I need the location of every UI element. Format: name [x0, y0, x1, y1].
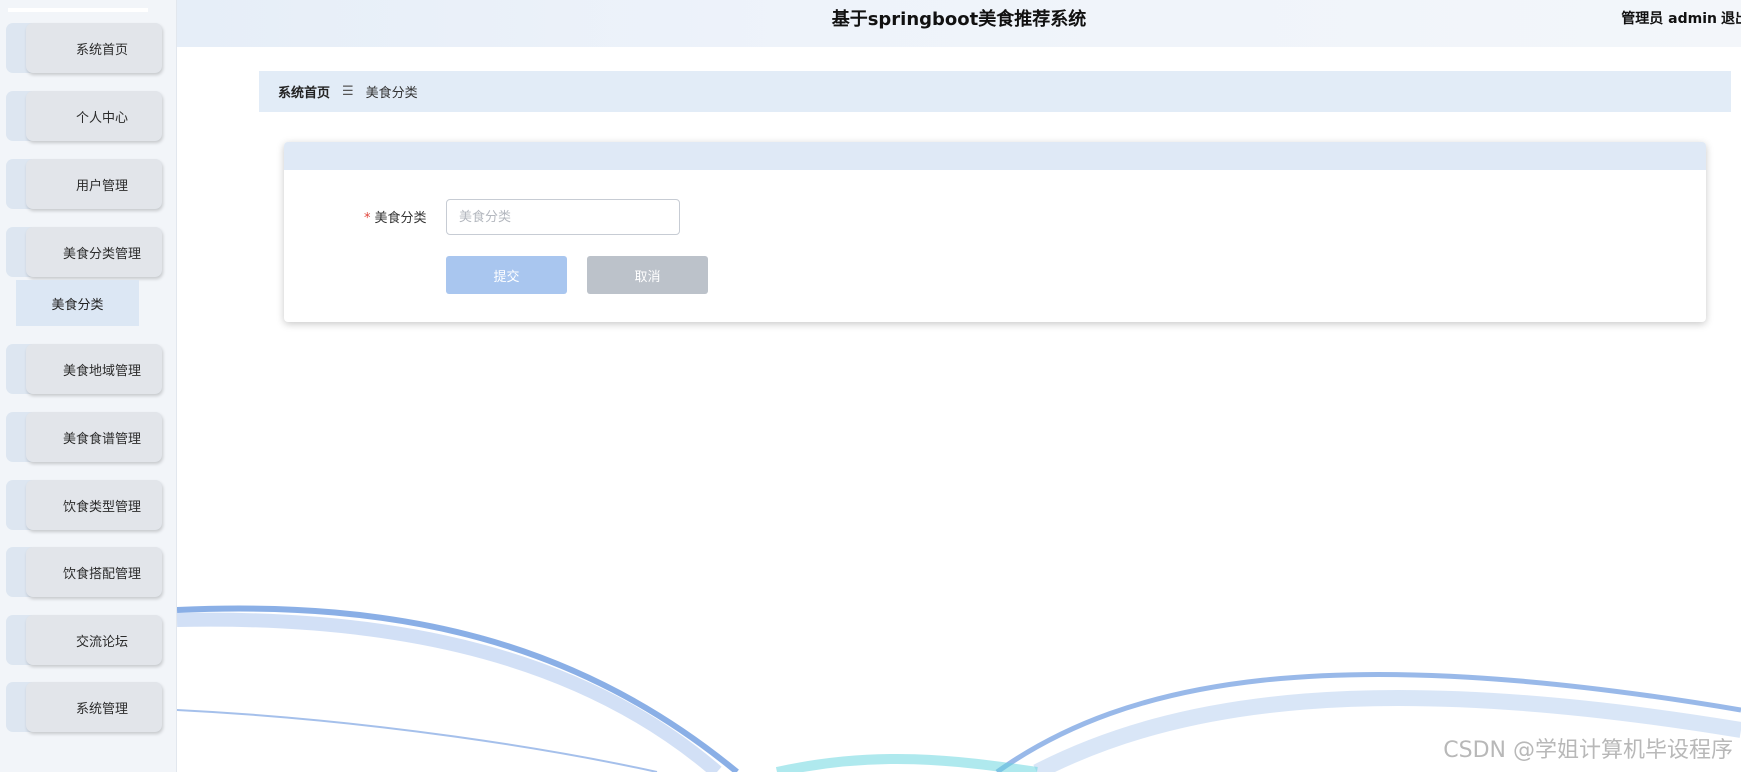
submenu-item-label: 美食分类 [51, 297, 104, 313]
submit-button[interactable]: 提交 [446, 256, 567, 294]
sidebar-item-label: 交流论坛 [75, 634, 128, 650]
sidebar-item-home[interactable]: 系统首页 [6, 23, 162, 73]
sidebar-item-label: 个人中心 [75, 110, 128, 126]
food-category-label-text: 美食分类 [374, 211, 427, 226]
sidebar-item-diet-type[interactable]: 饮食类型管理 [6, 480, 162, 530]
sidebar-item-recipes[interactable]: 美食食谱管理 [6, 412, 162, 462]
watermark: CSDN @学姐计算机毕设程序 [1443, 738, 1733, 763]
logout-link[interactable]: 退出 [1721, 0, 1741, 38]
current-user: 管理员 admin [1621, 11, 1717, 27]
sidebar-item-food-category[interactable]: 美食分类管理 [6, 227, 162, 277]
sidebar-item-food-region[interactable]: 美食地域管理 [6, 344, 162, 394]
breadcrumb-separator-icon: ☰ [342, 84, 354, 99]
sidebar-item-button[interactable]: 美食食谱管理 [26, 412, 162, 462]
sidebar-item-button[interactable]: 饮食类型管理 [26, 480, 162, 530]
food-category-input[interactable] [446, 199, 680, 235]
sidebar-item-button[interactable]: 交流论坛 [26, 615, 162, 665]
sidebar-item-forum[interactable]: 交流论坛 [6, 615, 162, 665]
sidebar-item-button[interactable]: 系统首页 [26, 23, 162, 73]
sidebar-item-label: 美食分类管理 [62, 246, 141, 262]
sidebar: 系统首页 个人中心 用户管理 美食分类管理 美食分类 美食地域管理 美食食谱管理… [0, 0, 177, 772]
sidebar-item-label: 用户管理 [75, 178, 128, 194]
form-card: *美食分类 提交 取消 [284, 142, 1706, 322]
sidebar-item-users[interactable]: 用户管理 [6, 159, 162, 209]
app-title: 基于springboot美食推荐系统 [831, 9, 1087, 30]
cancel-button[interactable]: 取消 [587, 256, 708, 294]
sidebar-item-button[interactable]: 系统管理 [26, 682, 162, 732]
breadcrumb-home[interactable]: 系统首页 [278, 82, 330, 101]
breadcrumb: 系统首页 ☰ 美食分类 [259, 71, 1731, 112]
sidebar-item-button[interactable]: 美食地域管理 [26, 344, 162, 394]
sidebar-item-label: 饮食类型管理 [62, 499, 141, 515]
sidebar-item-diet-pairing[interactable]: 饮食搭配管理 [6, 547, 162, 597]
submenu-item-food-category[interactable]: 美食分类 [16, 280, 139, 326]
sidebar-item-button[interactable]: 饮食搭配管理 [26, 547, 162, 597]
sidebar-item-button[interactable]: 用户管理 [26, 159, 162, 209]
required-mark: * [364, 211, 371, 226]
sidebar-item-button[interactable]: 个人中心 [26, 91, 162, 141]
sidebar-item-label: 美食地域管理 [62, 363, 141, 379]
sidebar-item-button[interactable]: 美食分类管理 [26, 227, 162, 277]
sidebar-item-label: 系统首页 [75, 42, 128, 58]
breadcrumb-current: 美食分类 [365, 86, 418, 101]
top-header: 基于springboot美食推荐系统 管理员 admin 退出 [177, 0, 1741, 47]
sidebar-top-strip [8, 8, 148, 12]
food-category-label: * 美食分类 [364, 207, 427, 226]
sidebar-item-system[interactable]: 系统管理 [6, 682, 162, 732]
sidebar-item-profile[interactable]: 个人中心 [6, 91, 162, 141]
form-card-header [284, 142, 1706, 170]
sidebar-item-label: 饮食搭配管理 [62, 566, 141, 582]
sidebar-item-label: 系统管理 [75, 701, 128, 717]
sidebar-item-label: 美食食谱管理 [62, 431, 141, 447]
